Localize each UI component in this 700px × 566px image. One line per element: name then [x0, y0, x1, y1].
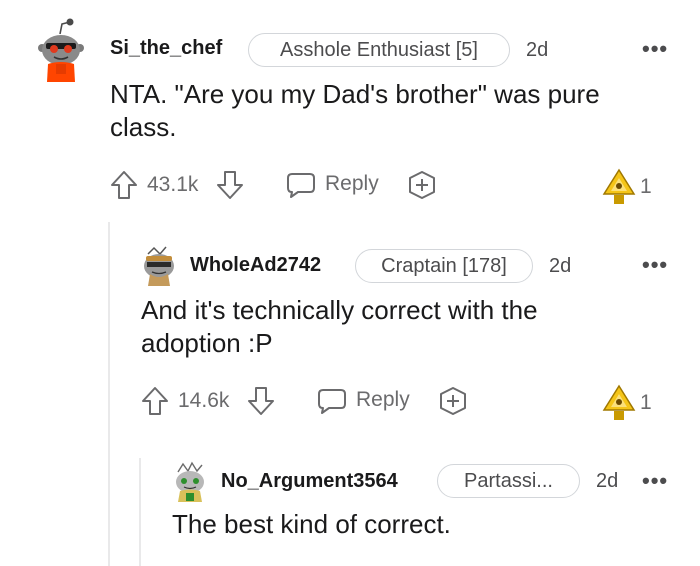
comment-username[interactable]: Si_the_chef: [110, 37, 222, 60]
comment-body: And it's technically correct with the ad…: [141, 295, 538, 358]
vote-score: 43.1k: [147, 173, 199, 196]
comment-age[interactable]: 2d: [549, 255, 571, 278]
award-count: 1: [640, 391, 652, 414]
upvote-icon[interactable]: [110, 170, 138, 200]
upvote-icon[interactable]: [141, 386, 169, 416]
add-award-icon[interactable]: [406, 169, 438, 201]
comment-age[interactable]: 2d: [526, 39, 548, 62]
reply-icon[interactable]: [317, 387, 347, 415]
more-options-icon[interactable]: •••: [642, 470, 668, 492]
thread-line-level-1[interactable]: [108, 222, 110, 566]
award-icon[interactable]: [602, 168, 636, 206]
vote-score: 14.6k: [178, 389, 230, 412]
user-flair: Craptain [178]: [355, 249, 533, 283]
comment-username[interactable]: No_Argument3564: [221, 470, 398, 493]
more-options-icon[interactable]: •••: [642, 254, 668, 276]
comment-thread: Si_the_chef Asshole Enthusiast [5] 2d ••…: [0, 0, 700, 566]
reply-button[interactable]: Reply: [325, 172, 379, 196]
comment-age[interactable]: 2d: [596, 470, 618, 493]
award-count: 1: [640, 175, 652, 198]
add-award-icon[interactable]: [437, 385, 469, 417]
thread-line-level-2[interactable]: [139, 458, 141, 566]
reply-icon[interactable]: [286, 171, 316, 199]
award-icon[interactable]: [602, 384, 636, 422]
comment-username[interactable]: WholeAd2742: [190, 254, 321, 277]
more-options-icon[interactable]: •••: [642, 38, 668, 60]
comment-body: The best kind of correct.: [172, 509, 451, 539]
downvote-icon[interactable]: [216, 170, 244, 200]
avatar[interactable]: [140, 244, 178, 286]
comment-body: NTA. "Are you my Dad's brother" was pure…: [110, 79, 600, 142]
user-flair: Partassi...: [437, 464, 580, 498]
user-flair: Asshole Enthusiast [5]: [248, 33, 510, 67]
reply-button[interactable]: Reply: [356, 388, 410, 412]
avatar[interactable]: [172, 460, 208, 502]
downvote-icon[interactable]: [247, 386, 275, 416]
avatar[interactable]: [38, 16, 84, 82]
